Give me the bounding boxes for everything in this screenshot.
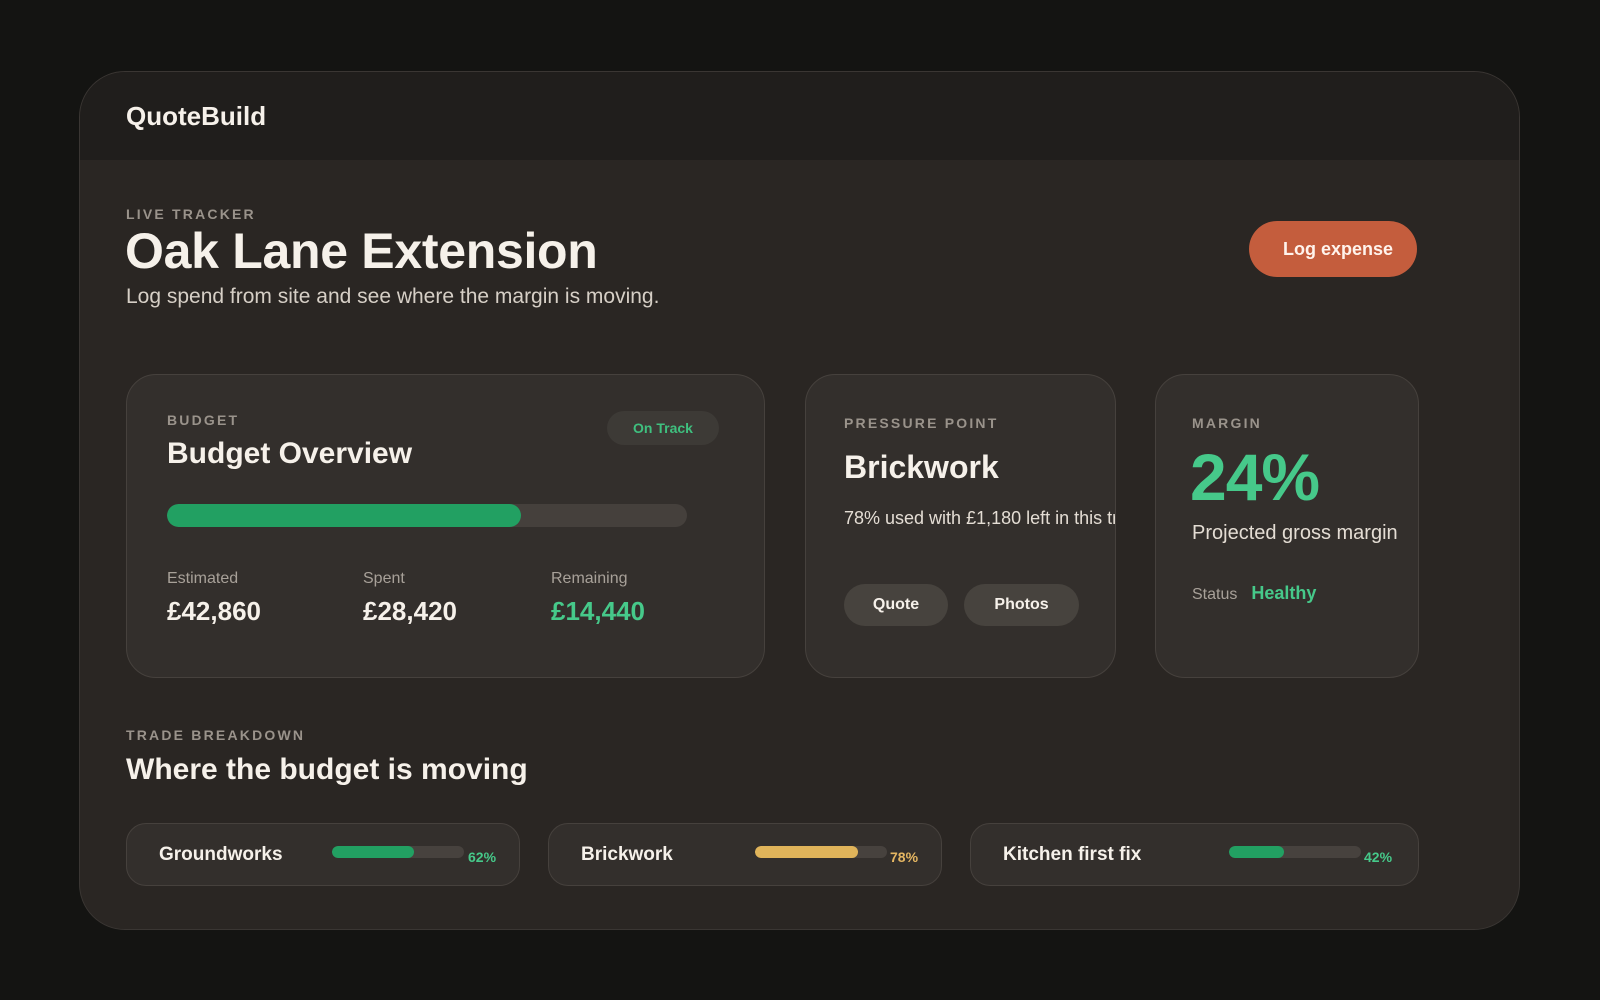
margin-status-label: Status: [1192, 586, 1238, 603]
trade-progress-fill: [1229, 846, 1285, 858]
log-expense-button[interactable]: Log expense: [1249, 221, 1417, 277]
margin-eyebrow: MARGIN: [1192, 415, 1262, 431]
stat-label: Spent: [363, 570, 405, 587]
margin-value: 24%: [1190, 440, 1320, 514]
status-badge: On Track: [607, 411, 719, 445]
budget-card: BUDGET Budget Overview On Track Estimate…: [126, 374, 765, 678]
top-bar: QuoteBuild: [80, 72, 1519, 160]
trade-progress-fill: [755, 846, 858, 858]
budget-progress-bar: [167, 504, 687, 527]
stat-label: Estimated: [167, 570, 239, 587]
margin-description: Projected gross margin: [1192, 522, 1398, 544]
pressure-eyebrow: PRESSURE POINT: [844, 415, 999, 431]
stat-estimated: Estimated £42,860: [167, 570, 261, 627]
pressure-description: 78% used with £1,180 left in this trade.: [844, 508, 1115, 528]
photos-button[interactable]: Photos: [964, 584, 1079, 626]
trade-breakdown-eyebrow: TRADE BREAKDOWN: [126, 727, 306, 743]
trade-item-brickwork[interactable]: Brickwork 78%: [548, 823, 942, 886]
margin-status-value: Healthy: [1251, 583, 1317, 603]
margin-card: MARGIN 24% Projected gross margin Status…: [1155, 374, 1419, 678]
quote-button[interactable]: Quote: [844, 584, 948, 626]
trade-progress-fill: [332, 846, 414, 858]
stat-value: £14,440: [551, 596, 645, 626]
trade-percent: 78%: [890, 849, 919, 865]
trade-progress-bar: [755, 846, 887, 858]
stat-label: Remaining: [551, 570, 628, 587]
trade-breakdown-title: Where the budget is moving: [126, 753, 528, 786]
trade-name: Groundworks: [159, 844, 283, 865]
pressure-point-card: PRESSURE POINT Brickwork 78% used with £…: [805, 374, 1116, 678]
budget-title: Budget Overview: [167, 437, 413, 470]
hero-eyebrow: LIVE TRACKER: [126, 206, 256, 222]
trade-progress-bar: [332, 846, 464, 858]
page-title: Oak Lane Extension: [125, 223, 598, 279]
budget-eyebrow: BUDGET: [167, 412, 240, 428]
trade-name: Brickwork: [581, 844, 673, 865]
trade-item-groundworks[interactable]: Groundworks 62%: [126, 823, 520, 886]
page-subtitle: Log spend from site and see where the ma…: [126, 285, 660, 308]
brand-logo[interactable]: QuoteBuild: [126, 101, 266, 132]
trade-percent: 62%: [468, 849, 497, 865]
margin-status: Status Healthy: [1192, 583, 1316, 604]
trade-name: Kitchen first fix: [1003, 844, 1142, 865]
stat-value: £42,860: [167, 596, 261, 626]
trade-percent: 42%: [1364, 849, 1393, 865]
budget-progress-fill: [167, 504, 521, 527]
trade-progress-bar: [1229, 846, 1361, 858]
stat-value: £28,420: [363, 596, 457, 626]
stat-spent: Spent £28,420: [363, 570, 457, 627]
trade-item-kitchen-first-fix[interactable]: Kitchen first fix 42%: [970, 823, 1419, 886]
stat-remaining: Remaining £14,440: [551, 570, 645, 627]
pressure-title: Brickwork: [844, 449, 999, 485]
app-window: QuoteBuild LIVE TRACKER Oak Lane Extensi…: [79, 71, 1520, 930]
